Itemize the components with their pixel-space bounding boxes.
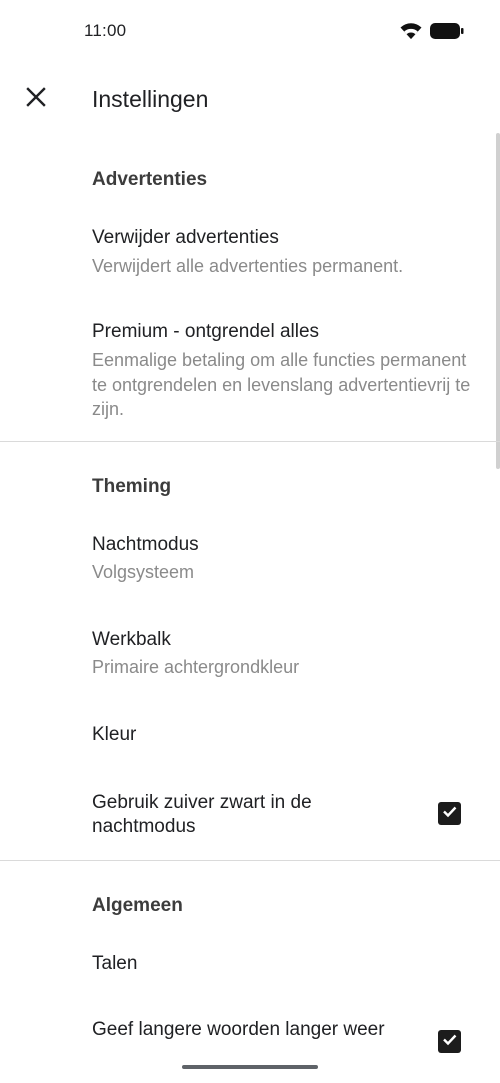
pref-title: Werkbalk: [92, 629, 171, 650]
app-bar: Instellingen: [0, 64, 500, 136]
pref-toolbar[interactable]: Werkbalk Primaire achtergrondkleur: [0, 611, 500, 697]
category-header-theming: Theming: [92, 476, 172, 497]
battery-icon: [430, 22, 464, 45]
pref-title: Geef langere woorden langer weer: [92, 1019, 385, 1040]
pref-longer-words[interactable]: Geef langere woorden langer weer: [0, 1006, 500, 1060]
pref-summary: Primaire achtergrondkleur: [92, 657, 300, 677]
section-divider: [0, 441, 500, 442]
category-header-general: Algemeen: [92, 895, 183, 916]
pref-summary: Volgsysteem: [92, 562, 195, 582]
pure-black-checkbox[interactable]: [438, 802, 461, 825]
home-indicator[interactable]: [182, 1065, 318, 1069]
category-header-ads: Advertenties: [92, 169, 208, 190]
pref-premium[interactable]: Premium - ontgrendel alles Eenmalige bet…: [0, 306, 500, 436]
pref-title: Nachtmodus: [92, 534, 199, 555]
checkmark-icon: [441, 1031, 458, 1053]
status-icons: [400, 22, 464, 45]
close-icon: [25, 86, 47, 113]
pref-title: Talen: [92, 953, 138, 974]
pref-pure-black[interactable]: Gebruik zuiver zwart in de nachtmodus: [0, 778, 500, 850]
section-divider: [0, 860, 500, 861]
pref-languages[interactable]: Talen: [0, 936, 500, 996]
pref-remove-ads[interactable]: Verwijder advertenties Verwijdert alle a…: [0, 210, 500, 296]
status-bar: 11:00: [0, 0, 500, 64]
pref-color[interactable]: Kleur: [0, 706, 500, 766]
pref-night-mode[interactable]: Nachtmodus Volgsysteem: [0, 516, 500, 602]
pref-title: Premium - ontgrendel alles: [92, 321, 320, 342]
checkmark-icon: [441, 803, 458, 825]
pref-summary: Eenmalige betaling om alle functies perm…: [92, 350, 471, 419]
pref-title: Verwijder advertenties: [92, 227, 279, 248]
pref-summary: Verwijdert alle advertenties permanent.: [92, 256, 404, 276]
longer-words-checkbox[interactable]: [438, 1030, 461, 1053]
wifi-icon: [400, 22, 422, 45]
pref-title: Gebruik zuiver zwart in de nachtmodus: [92, 792, 312, 837]
pref-title: Kleur: [92, 724, 137, 745]
close-button[interactable]: [15, 78, 57, 120]
page-title: Instellingen: [92, 86, 209, 112]
status-time: 11:00: [84, 21, 127, 40]
